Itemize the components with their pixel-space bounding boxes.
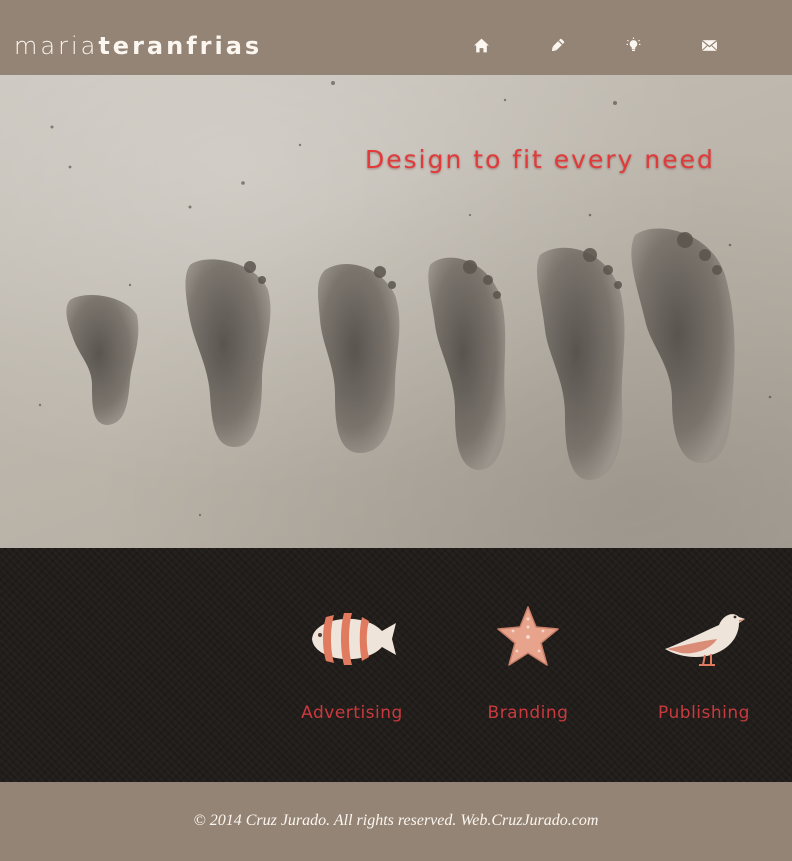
- services-section: Advertising Branding Publishing: [0, 548, 792, 782]
- site-logo[interactable]: mariateranfrias: [14, 30, 262, 62]
- hero-title: Design to fit every need: [365, 145, 715, 174]
- service-publishing-label: Publishing: [658, 703, 750, 723]
- service-advertising-label: Advertising: [301, 703, 403, 723]
- service-publishing[interactable]: Publishing: [629, 603, 779, 733]
- site-header: mariateranfrias: [0, 0, 792, 75]
- logo-first-name: maria: [14, 32, 99, 60]
- envelope-icon: [701, 39, 717, 51]
- hero-banner: Design to fit every need: [0, 75, 792, 548]
- site-footer: © 2014 Cruz Jurado. All rights reserved.…: [0, 782, 792, 861]
- service-branding-label: Branding: [487, 703, 569, 723]
- seagull-icon: [665, 614, 745, 666]
- service-advertising[interactable]: Advertising: [277, 603, 427, 733]
- lightbulb-icon: [626, 37, 640, 51]
- nav-contact-link[interactable]: [699, 35, 719, 55]
- logo-last-name: teranfrias: [98, 32, 263, 60]
- copyright-text: © 2014 Cruz Jurado. All rights reserved.…: [193, 812, 599, 829]
- pencil-icon: [551, 38, 564, 51]
- fish-icon: [312, 613, 396, 665]
- nav-home-link[interactable]: [471, 35, 491, 55]
- nav-ideas-link[interactable]: [623, 35, 643, 55]
- service-branding[interactable]: Branding: [453, 603, 603, 733]
- starfish-icon: [497, 606, 559, 666]
- home-icon: [473, 38, 489, 52]
- nav-portfolio-link[interactable]: [547, 35, 567, 55]
